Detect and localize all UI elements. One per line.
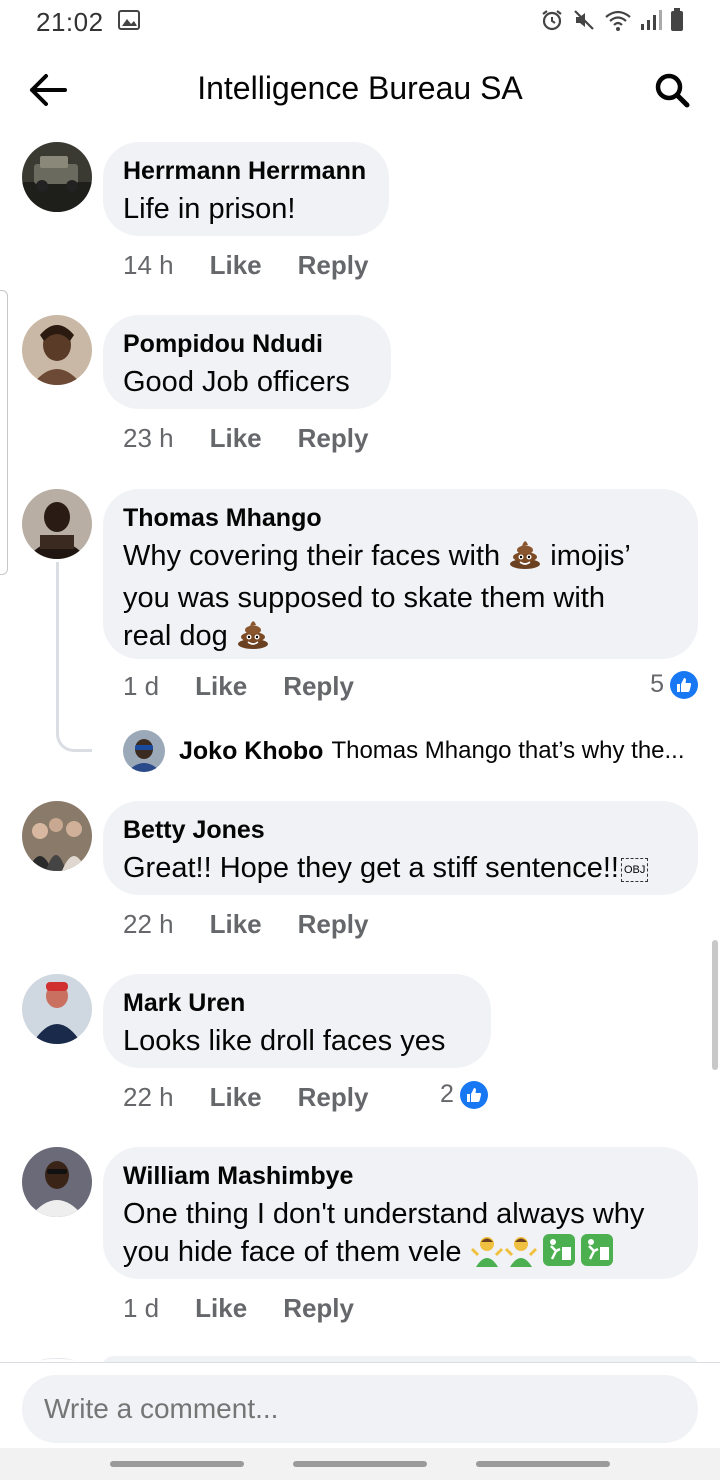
comment-text-line: Why covering their faces with: [123, 540, 501, 572]
comment-author[interactable]: Mark Uren: [123, 988, 471, 1018]
comment-text-line: you hide face of them vele: [123, 1236, 462, 1268]
avatar[interactable]: [22, 142, 92, 212]
comment-time[interactable]: 23 h: [123, 423, 174, 454]
panel-edge: [0, 290, 8, 575]
search-icon: [655, 73, 690, 108]
comment-author[interactable]: William Mashimbye: [123, 1161, 678, 1191]
reply-button[interactable]: Reply: [298, 909, 369, 940]
gallery-icon: [117, 9, 140, 35]
home-button[interactable]: [292, 1461, 427, 1467]
comment-time[interactable]: 22 h: [123, 1082, 174, 1113]
comment-bubble[interactable]: Thomas Mhango Why covering their faces w…: [103, 489, 698, 659]
search-button[interactable]: [650, 68, 694, 112]
recents-button[interactable]: [110, 1461, 245, 1467]
litter-bin-icon: [580, 1233, 614, 1267]
comment-text: One thing I don't understand always why …: [123, 1195, 678, 1271]
comment-input[interactable]: [22, 1375, 698, 1443]
back-nav-button[interactable]: [475, 1461, 610, 1467]
comment-text-line: One thing I don't understand always why: [123, 1198, 645, 1230]
thumbs-up-icon: [670, 670, 698, 699]
comment-bubble[interactable]: Mark Uren Looks like droll faces yes: [103, 974, 491, 1068]
reaction-summary[interactable]: 5: [650, 670, 698, 699]
like-button[interactable]: Like: [195, 671, 247, 702]
comment-author[interactable]: Pompidou Ndudi: [123, 329, 371, 359]
comment-actions: 14 h Like Reply: [123, 250, 368, 281]
avatar[interactable]: [22, 315, 92, 385]
avatar[interactable]: [22, 489, 92, 559]
comment-text-line: imojis’: [550, 540, 631, 572]
reaction-count: 5: [650, 670, 664, 698]
like-button[interactable]: Like: [210, 250, 262, 281]
alarm-icon: [540, 8, 564, 37]
object-replacement-glyph: OBJ: [620, 858, 649, 882]
reply-thread-line: [56, 562, 92, 752]
reply-button[interactable]: Reply: [283, 1293, 354, 1324]
wifi-icon: [604, 8, 632, 37]
reply-button[interactable]: Reply: [298, 423, 369, 454]
comment-composer: [0, 1362, 720, 1443]
comment-actions: 22 h Like Reply: [123, 909, 368, 940]
comment-bubble[interactable]: William Mashimbye One thing I don't unde…: [103, 1147, 698, 1279]
reaction-count: 2: [440, 1080, 454, 1108]
avatar[interactable]: [22, 974, 92, 1044]
like-button[interactable]: Like: [210, 1082, 262, 1113]
reply-author[interactable]: Joko Khobo: [179, 737, 323, 766]
comment-author[interactable]: Herrmann Herrmann: [123, 156, 369, 186]
avatar[interactable]: [123, 730, 165, 772]
litter-bin-icon: [542, 1233, 576, 1267]
like-button[interactable]: Like: [195, 1293, 247, 1324]
comment-text-line: real dog: [123, 620, 228, 652]
reaction-summary[interactable]: 2: [440, 1080, 488, 1109]
reply-text: Thomas Mhango that’s why the...: [331, 737, 685, 764]
comment-text: Great!! Hope they get a stiff sentence!!…: [123, 849, 678, 887]
comment-text: Good Job officers: [123, 366, 350, 398]
comment-text: Life in prison!: [123, 193, 296, 225]
reply-button[interactable]: Reply: [298, 1082, 369, 1113]
status-bar: 21:02: [0, 0, 720, 44]
scrollbar[interactable]: [712, 940, 718, 1070]
comment-actions: 23 h Like Reply: [123, 423, 368, 454]
comment-bubble[interactable]: Betty Jones Great!! Hope they get a stif…: [103, 801, 698, 895]
like-button[interactable]: Like: [210, 423, 262, 454]
person-shrugging-icon: [470, 1233, 504, 1267]
comment-text-line: you was supposed to skate them with: [123, 582, 605, 614]
comment-actions: 22 h Like Reply: [123, 1082, 368, 1113]
comment-time[interactable]: 1 d: [123, 671, 159, 702]
comment-bubble[interactable]: Herrmann Herrmann Life in prison!: [103, 142, 389, 236]
reply-preview[interactable]: Joko Khobo Thomas Mhango that’s why the.…: [123, 730, 685, 772]
battery-icon: [670, 7, 684, 37]
header: Intelligence Bureau SA: [0, 52, 720, 124]
avatar[interactable]: [22, 801, 92, 871]
pile-of-poo-icon: [236, 617, 270, 659]
comment-bubble[interactable]: Pompidou Ndudi Good Job officers: [103, 315, 391, 409]
back-button[interactable]: [26, 68, 70, 112]
like-button[interactable]: Like: [210, 909, 262, 940]
mute-icon: [572, 8, 596, 37]
avatar[interactable]: [22, 1147, 92, 1217]
comment-author[interactable]: Betty Jones: [123, 815, 678, 845]
comment-actions: 1 d Like Reply: [123, 671, 354, 702]
comment-author[interactable]: Thomas Mhango: [123, 503, 678, 533]
status-time: 21:02: [36, 6, 104, 37]
reply-button[interactable]: Reply: [298, 250, 369, 281]
comment-text: Why covering their faces with imojis’ yo…: [123, 537, 678, 659]
comment-text-line: Great!! Hope they get a stiff sentence!!: [123, 852, 619, 884]
person-shrugging-icon: [504, 1233, 538, 1267]
comment-time[interactable]: 22 h: [123, 909, 174, 940]
comment-actions: 1 d Like Reply: [123, 1293, 354, 1324]
page-title: Intelligence Bureau SA: [197, 69, 523, 106]
arrow-left-icon: [30, 74, 67, 106]
pile-of-poo-icon: [508, 537, 542, 579]
system-nav-bar: [0, 1448, 720, 1480]
comment-text: Looks like droll faces yes: [123, 1025, 446, 1057]
reply-button[interactable]: Reply: [283, 671, 354, 702]
signal-icon: [640, 9, 662, 36]
comment-time[interactable]: 1 d: [123, 1293, 159, 1324]
thumbs-up-icon: [459, 1080, 488, 1109]
comment-time[interactable]: 14 h: [123, 250, 174, 281]
